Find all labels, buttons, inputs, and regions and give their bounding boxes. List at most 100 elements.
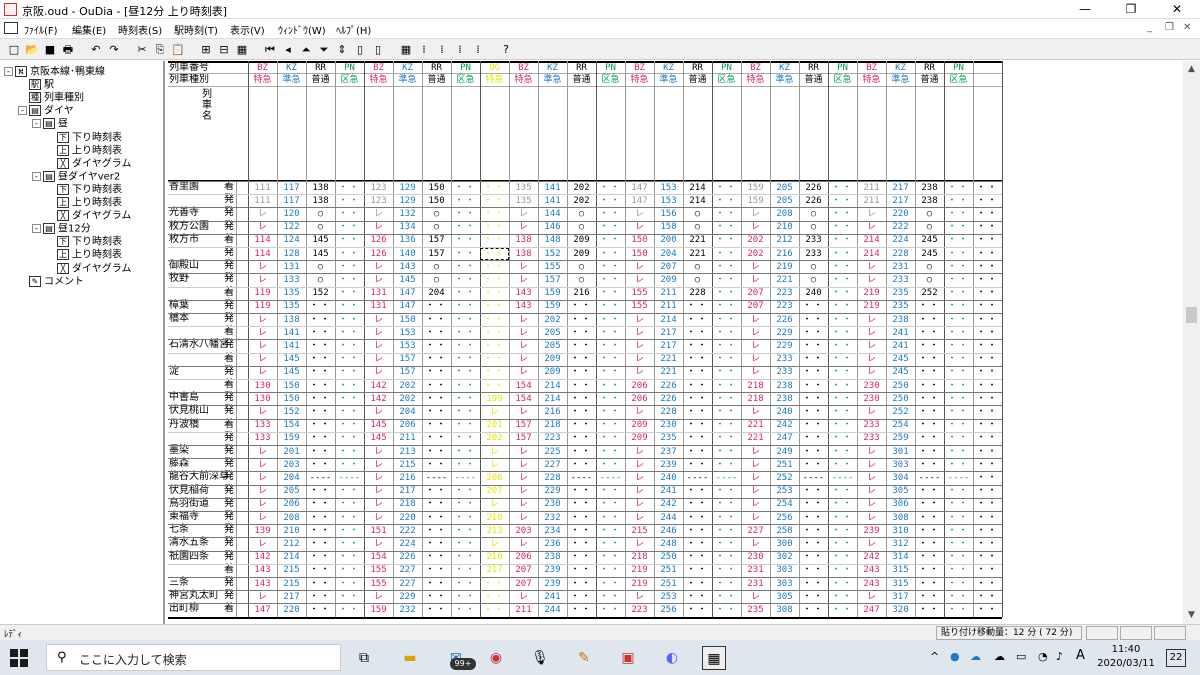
time-cell[interactable]: ・・ bbox=[973, 182, 1002, 194]
time-cell[interactable]: ・・ bbox=[828, 419, 857, 431]
time-cell[interactable]: ・・ bbox=[451, 538, 480, 550]
train-number-cell[interactable]: KZ bbox=[393, 62, 422, 74]
time-cell[interactable]: 221 bbox=[654, 366, 683, 378]
time-cell[interactable]: ・・ bbox=[451, 287, 480, 299]
time-cell[interactable]: 213 bbox=[393, 446, 422, 458]
time-cell[interactable]: ・・ bbox=[335, 314, 364, 326]
time-cell[interactable]: 144 bbox=[538, 208, 567, 220]
time-cell[interactable]: ・・ bbox=[973, 406, 1002, 418]
time-cell[interactable]: 218 bbox=[741, 380, 770, 392]
time-cell[interactable]: ・・ bbox=[335, 182, 364, 194]
time-cell[interactable]: 150 bbox=[625, 234, 654, 246]
time-cell[interactable]: 217 bbox=[886, 195, 915, 207]
time-cell[interactable]: ・・ bbox=[567, 446, 596, 458]
train-number-cell[interactable]: PN bbox=[335, 62, 364, 74]
time-cell[interactable]: 303 bbox=[770, 578, 799, 590]
time-cell[interactable]: レ bbox=[625, 406, 654, 418]
time-cell[interactable]: ・・ bbox=[335, 221, 364, 233]
time-cell[interactable]: 133 bbox=[248, 432, 277, 444]
time-cell[interactable]: ・・ bbox=[683, 300, 712, 312]
time-cell[interactable]: ・・ bbox=[799, 446, 828, 458]
time-cell[interactable]: 242 bbox=[654, 498, 683, 510]
time-cell[interactable]: 233 bbox=[770, 353, 799, 365]
time-cell[interactable]: 124 bbox=[277, 234, 306, 246]
time-cell[interactable]: 155 bbox=[625, 287, 654, 299]
time-cell[interactable]: ・・ bbox=[944, 538, 973, 550]
time-cell[interactable]: 155 bbox=[625, 300, 654, 312]
time-cell[interactable]: ○ bbox=[915, 208, 944, 220]
time-cell[interactable]: 135 bbox=[509, 182, 538, 194]
time-cell[interactable]: ・・ bbox=[828, 512, 857, 524]
time-cell[interactable]: ・・ bbox=[335, 340, 364, 352]
time-cell[interactable]: ・・ bbox=[712, 221, 741, 233]
time-cell[interactable]: 153 bbox=[393, 340, 422, 352]
time-cell[interactable]: 246 bbox=[654, 525, 683, 537]
train-type-cell[interactable]: 準急 bbox=[886, 74, 915, 86]
time-cell[interactable]: レ bbox=[741, 340, 770, 352]
time-cell[interactable]: ・・ bbox=[422, 564, 451, 576]
train-number-cell[interactable]: RR bbox=[799, 62, 828, 74]
time-cell[interactable]: ・・ bbox=[422, 591, 451, 603]
time-cell[interactable]: ・・ bbox=[306, 485, 335, 497]
time-cell[interactable]: レ bbox=[248, 498, 277, 510]
time-cell[interactable]: ・・ bbox=[828, 261, 857, 273]
time-cell[interactable]: ・・ bbox=[306, 327, 335, 339]
time-cell[interactable]: 209 bbox=[625, 419, 654, 431]
time-cell[interactable]: レ bbox=[248, 261, 277, 273]
time-cell[interactable]: ・・ bbox=[306, 446, 335, 458]
train-type-cell[interactable]: 普通 bbox=[799, 74, 828, 86]
time-down-icon[interactable]: ⏷ bbox=[316, 42, 332, 58]
time-cell[interactable]: 300 bbox=[770, 538, 799, 550]
train-number-cell[interactable]: RR bbox=[422, 62, 451, 74]
time-cell[interactable]: 202 bbox=[741, 248, 770, 260]
time-cell[interactable]: 238 bbox=[915, 195, 944, 207]
time-cell[interactable]: ・・ bbox=[712, 261, 741, 273]
time-cell[interactable]: ・・ bbox=[828, 353, 857, 365]
time-cell[interactable]: 253 bbox=[770, 485, 799, 497]
train-type-cell[interactable]: 普通 bbox=[567, 74, 596, 86]
time-cell[interactable]: ・・ bbox=[306, 314, 335, 326]
time-cell[interactable]: レ bbox=[248, 472, 277, 484]
pattern2-icon[interactable]: ⁞ bbox=[434, 42, 450, 58]
time-cell[interactable]: レ bbox=[248, 591, 277, 603]
time-cell[interactable]: 238 bbox=[538, 551, 567, 563]
time-cell[interactable]: ・・ bbox=[683, 314, 712, 326]
time-cell[interactable]: レ bbox=[857, 340, 886, 352]
time-cell[interactable]: レ bbox=[364, 353, 393, 365]
time-cell[interactable]: 150 bbox=[277, 380, 306, 392]
time-cell[interactable]: レ bbox=[625, 274, 654, 286]
time-cell[interactable]: 209 bbox=[625, 432, 654, 444]
time-cell[interactable]: ・・ bbox=[596, 234, 625, 246]
time-cell[interactable]: 238 bbox=[770, 380, 799, 392]
time-cell[interactable]: ・・ bbox=[451, 314, 480, 326]
time-cell[interactable]: ・・ bbox=[712, 300, 741, 312]
time-cell[interactable]: ・・ bbox=[944, 512, 973, 524]
time-cell[interactable]: 215 bbox=[277, 564, 306, 576]
time-cell[interactable]: ・・ bbox=[828, 604, 857, 616]
time-cell[interactable]: ・・ bbox=[683, 366, 712, 378]
time-cell[interactable]: ・・ bbox=[712, 591, 741, 603]
time-cell[interactable]: ・・ bbox=[915, 459, 944, 471]
time-cell[interactable]: ・・ bbox=[422, 512, 451, 524]
time-cell[interactable]: ・・ bbox=[944, 604, 973, 616]
train-number-cell[interactable]: KZ bbox=[538, 62, 567, 74]
time-cell[interactable]: ・・ bbox=[973, 485, 1002, 497]
time-cell[interactable]: 229 bbox=[538, 485, 567, 497]
time-cell[interactable]: ○ bbox=[567, 221, 596, 233]
train-number-cell[interactable]: KZ bbox=[277, 62, 306, 74]
train-number-cell[interactable]: BZ bbox=[857, 62, 886, 74]
maximize-button[interactable]: ❐ bbox=[1108, 0, 1154, 19]
time-cell[interactable]: ・・ bbox=[973, 525, 1002, 537]
time-cell[interactable]: レ bbox=[625, 538, 654, 550]
time-cell[interactable]: ・・ bbox=[944, 485, 973, 497]
time-cell[interactable]: ・・ bbox=[683, 564, 712, 576]
time-cell[interactable]: 230 bbox=[857, 393, 886, 405]
cut-icon[interactable]: ✂ bbox=[134, 42, 150, 58]
time-cell[interactable]: 204 bbox=[277, 472, 306, 484]
time-cell[interactable]: レ bbox=[625, 208, 654, 220]
time-cell[interactable]: ・・ bbox=[915, 578, 944, 590]
time-cell[interactable]: レ bbox=[509, 498, 538, 510]
time-cell[interactable]: 210 bbox=[770, 221, 799, 233]
time-cell[interactable]: 153 bbox=[654, 182, 683, 194]
mic-icon[interactable]: 🎙 bbox=[528, 646, 552, 670]
